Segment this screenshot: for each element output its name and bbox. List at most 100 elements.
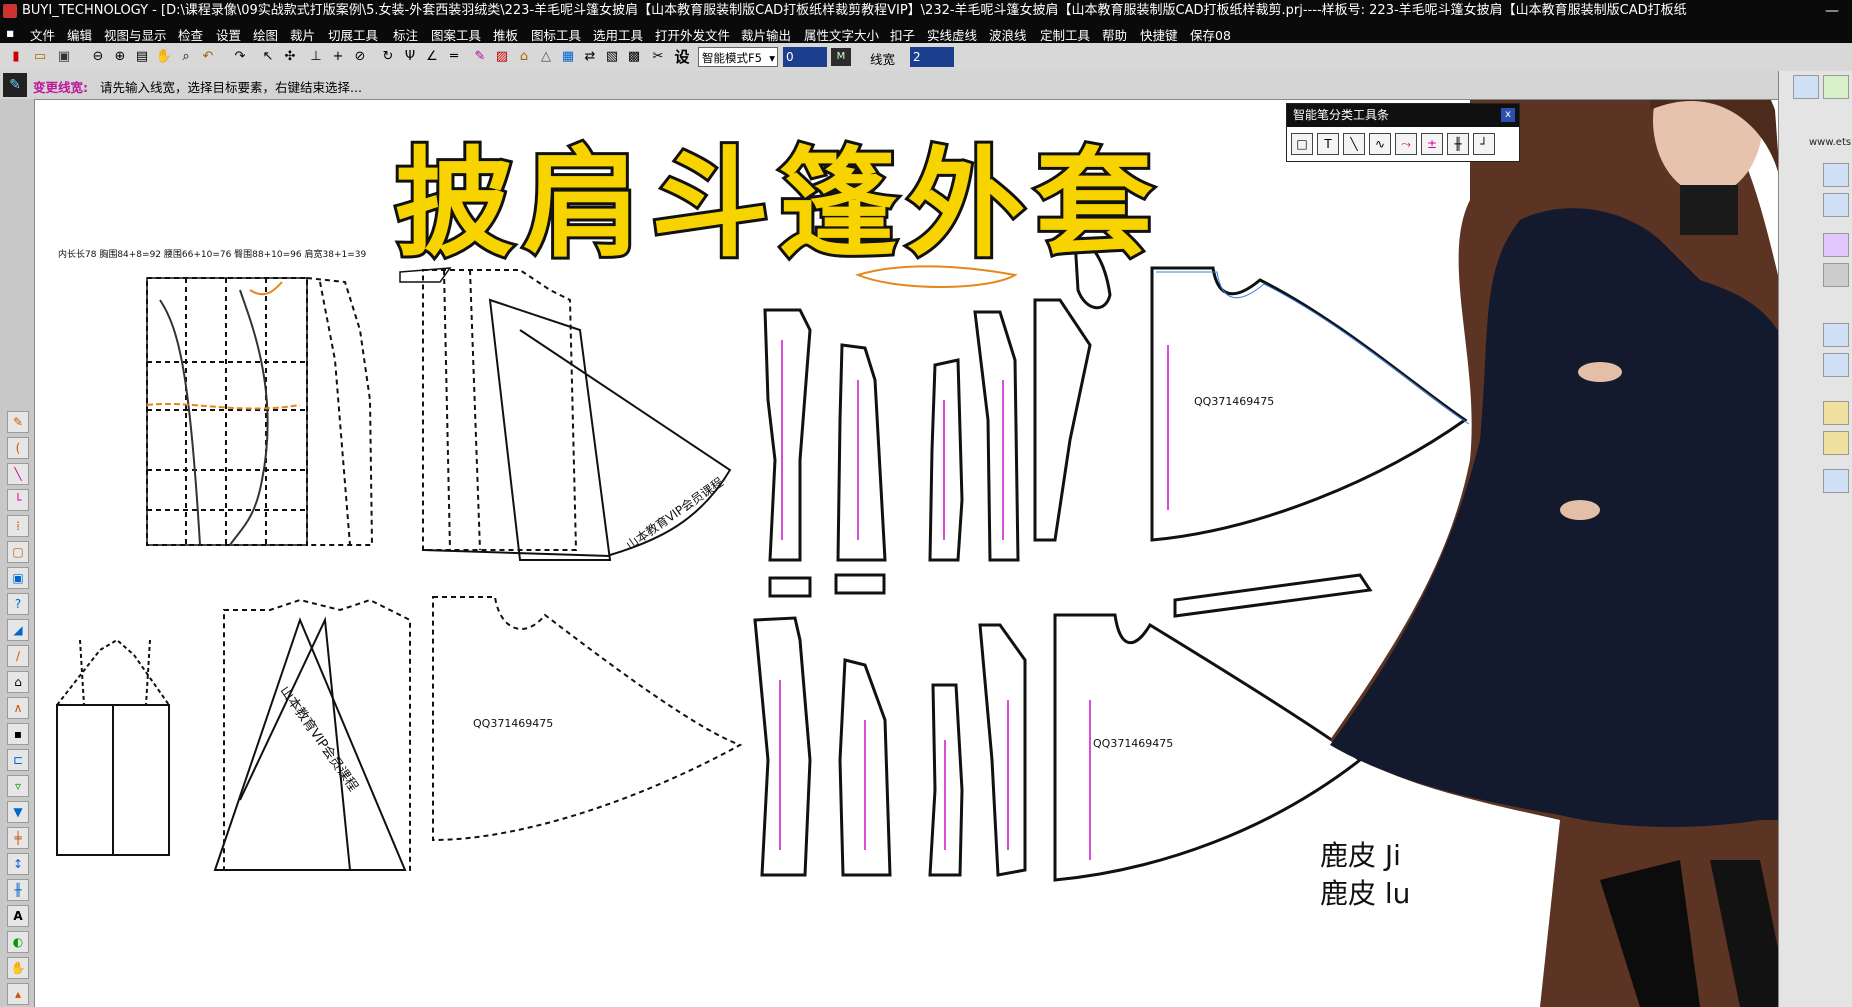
menu-icon-tools[interactable]: 图标工具 <box>531 25 581 44</box>
close-icon[interactable]: x <box>1501 108 1515 122</box>
parallel-seam-icon[interactable]: ╪ <box>7 827 29 849</box>
node-icon[interactable]: ⌂ <box>7 671 29 693</box>
rotate-icon[interactable]: ↻ <box>378 47 398 67</box>
apply-icon[interactable]: M <box>831 48 851 66</box>
h-split-icon[interactable]: ╫ <box>1447 133 1469 155</box>
mirror-icon[interactable]: ⇄ <box>580 47 600 67</box>
slope-icon[interactable]: ∕ <box>7 645 29 667</box>
rect-tool-icon[interactable]: □ <box>1291 133 1313 155</box>
menu-pattern-tools[interactable]: 图案工具 <box>431 25 481 44</box>
extra-tool-icon[interactable]: ▴ <box>7 983 29 1005</box>
undo-icon[interactable]: ↶ <box>198 47 218 67</box>
text-tool-icon[interactable]: A <box>7 905 29 927</box>
panel-icon-5[interactable] <box>1823 233 1849 257</box>
plus-minus-icon[interactable]: ± <box>1421 133 1443 155</box>
panel-icon-3[interactable] <box>1823 163 1849 187</box>
minimize-button[interactable]: — <box>1812 0 1852 22</box>
right-angle-icon[interactable]: ┘ <box>1473 133 1495 155</box>
open-file-icon[interactable]: ▭ <box>30 47 50 67</box>
drawing-canvas[interactable]: 内长长78 胸围84+8=92 腰围66+10=76 臀围88+10=96 肩宽… <box>35 100 1852 1007</box>
seam-icon[interactable]: ⊏ <box>7 749 29 771</box>
menu-check[interactable]: 检查 <box>178 25 203 44</box>
menu-solid-dashed[interactable]: 实线虚线 <box>927 25 977 44</box>
grid-icon[interactable]: ▩ <box>624 47 644 67</box>
t-square-icon[interactable]: T <box>1317 133 1339 155</box>
notch-icon[interactable]: ▪ <box>7 723 29 745</box>
redo-icon[interactable]: ↷ <box>230 47 250 67</box>
panel-icon-6[interactable] <box>1823 263 1849 287</box>
fit-screen-icon[interactable]: ▤ <box>132 47 152 67</box>
menu-buttons[interactable]: 扣子 <box>890 25 915 44</box>
fold-icon[interactable]: ▿ <box>7 775 29 797</box>
menu-settings[interactable]: 设置 <box>216 25 241 44</box>
menu-attr-text-size[interactable]: 属性文字大小 <box>804 25 879 44</box>
pan-hand-icon[interactable]: ✋ <box>154 47 174 67</box>
pen-icon[interactable]: ✎ <box>470 47 490 67</box>
menu-draw[interactable]: 绘图 <box>253 25 278 44</box>
line-width-input[interactable]: 2 <box>910 47 954 67</box>
panel-icon-7[interactable] <box>1823 323 1849 347</box>
select-arrow-icon[interactable]: ↖ <box>258 47 278 67</box>
offset-curve-icon[interactable]: ⤳ <box>1395 133 1417 155</box>
panel-icon-9[interactable] <box>1823 401 1849 425</box>
menu-edit[interactable]: 编辑 <box>67 25 92 44</box>
menu-save08[interactable]: 保存08 <box>1190 25 1231 44</box>
color-grid-icon[interactable]: ▦ <box>558 47 578 67</box>
button-hole-icon[interactable]: ◐ <box>7 931 29 953</box>
zoom-out-icon[interactable]: ⊖ <box>88 47 108 67</box>
cross-icon[interactable]: + <box>328 47 348 67</box>
glove-icon[interactable]: ✋ <box>7 957 29 979</box>
align-icon[interactable]: ⊥ <box>306 47 326 67</box>
panel-icon-11[interactable] <box>1823 469 1849 493</box>
hatch-icon[interactable]: ▨ <box>492 47 512 67</box>
panel-icon-1[interactable] <box>1793 75 1819 99</box>
hanger-icon[interactable]: ⌂ <box>514 47 534 67</box>
divide-icon[interactable]: ⊘ <box>350 47 370 67</box>
panel-icon-8[interactable] <box>1823 353 1849 377</box>
curve-icon[interactable]: ( <box>7 437 29 459</box>
menu-piece-output[interactable]: 裁片输出 <box>741 25 791 44</box>
corner-icon[interactable]: └ <box>7 489 29 511</box>
menu-annotate[interactable]: 标注 <box>393 25 418 44</box>
drop-icon[interactable]: ▼ <box>7 801 29 823</box>
value-input[interactable]: 0 <box>783 47 827 67</box>
menu-shortcuts[interactable]: 快捷键 <box>1140 25 1178 44</box>
symmetry-icon[interactable]: Ψ <box>400 47 420 67</box>
menu-pieces[interactable]: 裁片 <box>290 25 315 44</box>
panel-icon-4[interactable] <box>1823 193 1849 217</box>
parallel-icon[interactable]: ═ <box>444 47 464 67</box>
move-icon[interactable]: ✣ <box>280 47 300 67</box>
menu-select-tools[interactable]: 选用工具 <box>593 25 643 44</box>
measure-icon[interactable]: ⁞ <box>7 515 29 537</box>
help-icon[interactable]: ? <box>7 593 29 615</box>
menu-view[interactable]: 视图与显示 <box>104 25 167 44</box>
panel-icon-10[interactable] <box>1823 431 1849 455</box>
panel-icon-2[interactable] <box>1823 75 1849 99</box>
angle-icon[interactable]: ∠ <box>422 47 442 67</box>
shape-icon[interactable]: ◢ <box>7 619 29 641</box>
tool-pen-icon[interactable]: ✎ <box>3 73 27 97</box>
cut-icon[interactable]: ✂ <box>648 47 668 67</box>
dart-icon[interactable]: ∧ <box>7 697 29 719</box>
settings-button[interactable]: 设 <box>672 47 692 67</box>
layout-icon[interactable]: ▧ <box>602 47 622 67</box>
menu-help[interactable]: 帮助 <box>1102 25 1127 44</box>
menu-slash-spread[interactable]: 切展工具 <box>328 25 378 44</box>
new-file-icon[interactable]: ▮ <box>6 47 26 67</box>
zoom-window-icon[interactable]: ⌕ <box>176 47 196 67</box>
square-icon[interactable]: ▣ <box>7 567 29 589</box>
diagonal-line-icon[interactable]: ╲ <box>1343 133 1365 155</box>
wave-icon[interactable]: ∿ <box>1369 133 1391 155</box>
smart-pen-icon[interactable]: ✎ <box>7 411 29 433</box>
triangle-icon[interactable]: △ <box>536 47 556 67</box>
menu-custom-tools[interactable]: 定制工具 <box>1040 25 1090 44</box>
save-icon[interactable]: ▣ <box>54 47 74 67</box>
menu-wave-line[interactable]: 波浪线 <box>989 25 1027 44</box>
rect-icon[interactable]: ▢ <box>7 541 29 563</box>
line-tool-icon[interactable]: ╲ <box>7 463 29 485</box>
grid-lines-icon[interactable]: ╫ <box>7 879 29 901</box>
zoom-in-icon[interactable]: ⊕ <box>110 47 130 67</box>
mode-select[interactable]: 智能模式F5 ▾ <box>698 47 778 67</box>
menu-grading[interactable]: 推板 <box>493 25 518 44</box>
menu-file[interactable]: 文件 <box>30 25 55 44</box>
